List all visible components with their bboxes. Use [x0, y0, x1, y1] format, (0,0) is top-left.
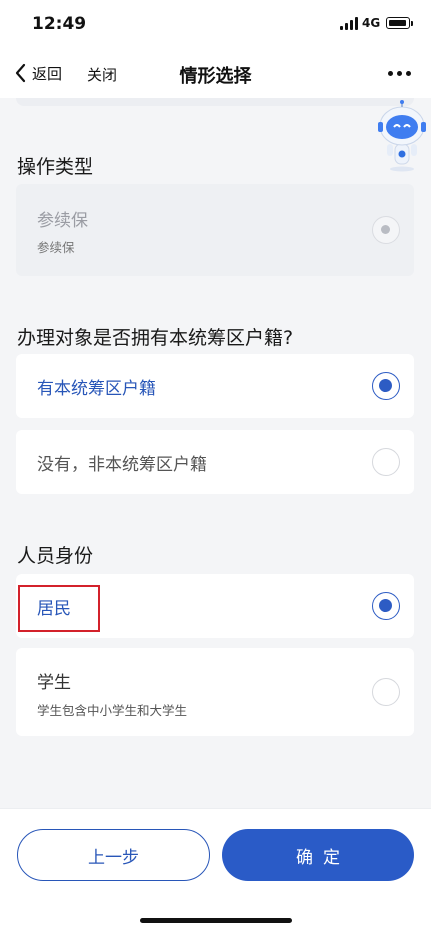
status-time: 12:49 [32, 14, 87, 34]
option-title: 没有，非本统筹区户籍 [37, 455, 207, 475]
option-card-student[interactable]: 学生 学生包含中小学生和大学生 [16, 648, 414, 736]
section-title-operation-type: 操作类型 [17, 156, 94, 178]
back-label: 返回 [32, 64, 63, 83]
previous-card-edge [16, 98, 414, 106]
radio-button-checked[interactable] [372, 372, 400, 400]
footer-bar: 上一步 确定 [0, 808, 431, 933]
content-area[interactable]: 操作类型 参续保 参续保 办理对象是否拥有本统筹区户籍? 有本统筹区户籍 没有，… [0, 98, 431, 808]
section-title-household: 办理对象是否拥有本统筹区户籍? [17, 327, 294, 349]
option-title: 学生 [37, 673, 71, 693]
confirm-button[interactable]: 确定 [222, 829, 414, 881]
option-card-non-local-household[interactable]: 没有，非本统筹区户籍 [16, 430, 414, 494]
more-icon[interactable] [388, 68, 420, 78]
page-title: 情形选择 [179, 66, 252, 87]
highlight-annotation-box [18, 585, 100, 632]
option-card-continue-insurance: 参续保 参续保 [16, 184, 414, 276]
battery-icon [386, 17, 410, 29]
radio-button-checked[interactable] [372, 592, 400, 620]
status-bar: 12:49 4G [0, 0, 431, 48]
option-subtitle: 学生包含中小学生和大学生 [37, 703, 188, 718]
option-title: 参续保 [37, 211, 88, 231]
battery-tip [411, 21, 413, 26]
previous-step-button[interactable]: 上一步 [17, 829, 210, 881]
signal-icon [340, 17, 358, 30]
radio-button-unchecked[interactable] [372, 448, 400, 476]
section-title-identity: 人员身份 [17, 545, 94, 567]
nav-bar: 返回 关闭 情形选择 [0, 48, 431, 98]
back-button[interactable]: 返回 [12, 61, 62, 85]
network-type: 4G [362, 16, 381, 30]
option-title: 有本统筹区户籍 [37, 379, 156, 399]
option-subtitle: 参续保 [37, 240, 75, 255]
option-card-local-household[interactable]: 有本统筹区户籍 [16, 354, 414, 418]
robot-assistant-icon[interactable] [376, 100, 428, 172]
home-indicator[interactable] [140, 918, 292, 923]
chevron-left-icon [15, 63, 26, 83]
radio-button-unchecked[interactable] [372, 678, 400, 706]
radio-button-disabled [372, 216, 400, 244]
screen: 12:49 4G 返回 关闭 情形选择 操作类型 参续保 参续保 办理对象是否拥… [0, 0, 431, 933]
close-button[interactable]: 关闭 [87, 64, 117, 85]
